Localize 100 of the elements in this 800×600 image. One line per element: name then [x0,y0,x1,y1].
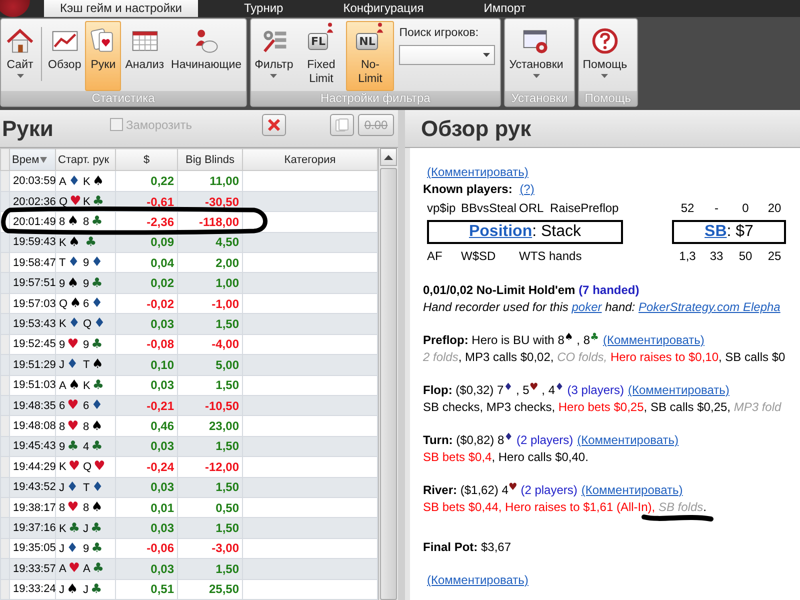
suit-symbol: ♦ [66,357,78,372]
comment-link[interactable]: (Комментировать) [603,333,704,347]
amount-cell: 0,03 [116,518,178,538]
person-icon [326,22,334,34]
label-text: River: [423,483,458,497]
suit-symbol: ♥ [68,561,80,576]
comment-link[interactable]: (Комментировать) [628,383,730,397]
suit-symbol: ♥ [68,459,80,474]
suit-symbol: ♠ [564,332,574,343]
card-rank: 6 [83,298,90,310]
ribbon-button[interactable]: Фильтр [252,21,296,91]
link[interactable]: poker [572,300,602,314]
group-label: Установки [505,91,574,106]
comment-link[interactable]: (Комментировать) [577,433,679,447]
amount-cell: 0,03 [116,477,178,498]
history-text: ($0,82) 8 [456,433,504,447]
suit-symbol: ♣ [92,378,104,393]
suit-symbol: ♦ [91,255,103,270]
stat-link[interactable]: Position [468,223,532,241]
big-blinds-cell: 1,50 [178,375,242,396]
amount-cell: 0,03 [116,436,178,457]
big-blinds-cell: 23,00 [178,416,242,436]
column-header[interactable]: Категория [242,148,378,171]
ribbon-button[interactable]: FL Fixed Limit [297,21,346,91]
label-text: Final Pot: [423,540,479,554]
card-rank: 8 [83,420,90,433]
ribbon-button[interactable]: Руки [85,21,122,91]
scroll-thumb[interactable] [380,168,398,600]
delete-button[interactable] [262,114,286,136]
cards-icon [334,116,350,132]
card-rank: A [59,563,66,576]
ribbon-button[interactable]: Начинающие [168,21,245,91]
card-rank: J [59,542,64,555]
suit-symbol: ♥ [67,418,79,434]
card-rank: 8 [59,502,66,514]
menu-tab[interactable]: Турнир [228,0,300,17]
scrollbar[interactable] [378,148,398,600]
time-cell: 19:57:51 [10,272,56,294]
time-cell: 20:03:59 [10,170,56,192]
card-rank: K [83,176,90,188]
amount-cell: 0,22 [116,170,178,192]
limit-badge: FL [308,33,328,50]
card-rank: J [59,359,64,372]
history-text: , Hero calls $0,40. [492,450,588,464]
group-label: Статистика [1,91,246,106]
amount-cell: -0,24 [116,456,178,478]
menu-tab[interactable]: Конфигурация [327,0,440,17]
card-rank: K [59,236,66,249]
up-arrow-icon [384,154,394,160]
comment-link[interactable]: (Комментировать) [427,165,528,179]
comment-link[interactable]: (Комментировать) [427,573,528,587]
card-rank: 9 [59,278,66,290]
card-rank: J [59,584,64,596]
column-header[interactable]: Врем [10,148,56,171]
column-header[interactable]: Big Blinds [178,148,242,171]
suit-symbol: ♠ [92,357,104,372]
suit-symbol: ♥ [67,336,79,352]
amount-cell: 0,03 [116,558,178,580]
ribbon-button[interactable]: Анализ [122,21,168,91]
stat-label: vp$ip [427,200,457,217]
comment-link[interactable]: (?) [520,182,534,196]
suit-symbol: ♠ [70,296,82,312]
comment-link[interactable]: (Комментировать) [581,483,683,497]
ribbon-button[interactable]: Установки [506,21,566,91]
table-size-text: (7 handed) [578,283,640,297]
suit-symbol: ♣ [91,540,103,556]
card-rank: T [83,482,90,494]
column-header[interactable]: $ [116,148,178,171]
scroll-up-button[interactable] [380,148,398,166]
ribbon-button[interactable]: Сайт [2,21,38,91]
menu-tab[interactable]: Импорт [468,0,542,17]
card-rank: A [59,176,66,188]
stat-value: 0 [741,200,750,217]
card-rank: 6 [83,400,90,412]
link[interactable]: PokerStrategy.com Elepha [638,300,780,314]
history-text: $3,67 [481,540,512,554]
card-rank: K [59,461,66,474]
player-search-combo[interactable] [399,45,496,65]
card-rank: A [83,563,90,576]
menu-tab[interactable]: Кэш гейм и настройки [44,0,198,17]
cards-button[interactable] [330,114,354,136]
big-blinds-cell: 11,00 [178,170,242,192]
ribbon-button[interactable]: NL No-Limit [346,21,394,91]
column-header[interactable]: Старт. рук [56,148,116,171]
history-text: , 8 [576,333,590,347]
suit-symbol: ♦ [504,382,513,393]
time-cell: 19:37:16 [10,518,56,538]
stat-link[interactable]: SB [704,223,727,241]
group-label: Помощь [578,91,638,106]
suit-symbol: ♣ [91,438,103,454]
suit-symbol: ♦ [91,398,103,414]
suit-symbol: ♦ [68,174,80,189]
time-cell: 19:43:52 [10,477,56,498]
panel-title: Обзор рук [421,116,532,142]
ribbon-button[interactable]: Помощь [580,21,630,91]
stat-label: AF [427,248,444,265]
card-rank: 8 [83,216,90,228]
suit-symbol: ♦ [68,316,80,332]
card-rank: Q [59,298,68,310]
ribbon-button[interactable]: Обзор [45,21,84,91]
